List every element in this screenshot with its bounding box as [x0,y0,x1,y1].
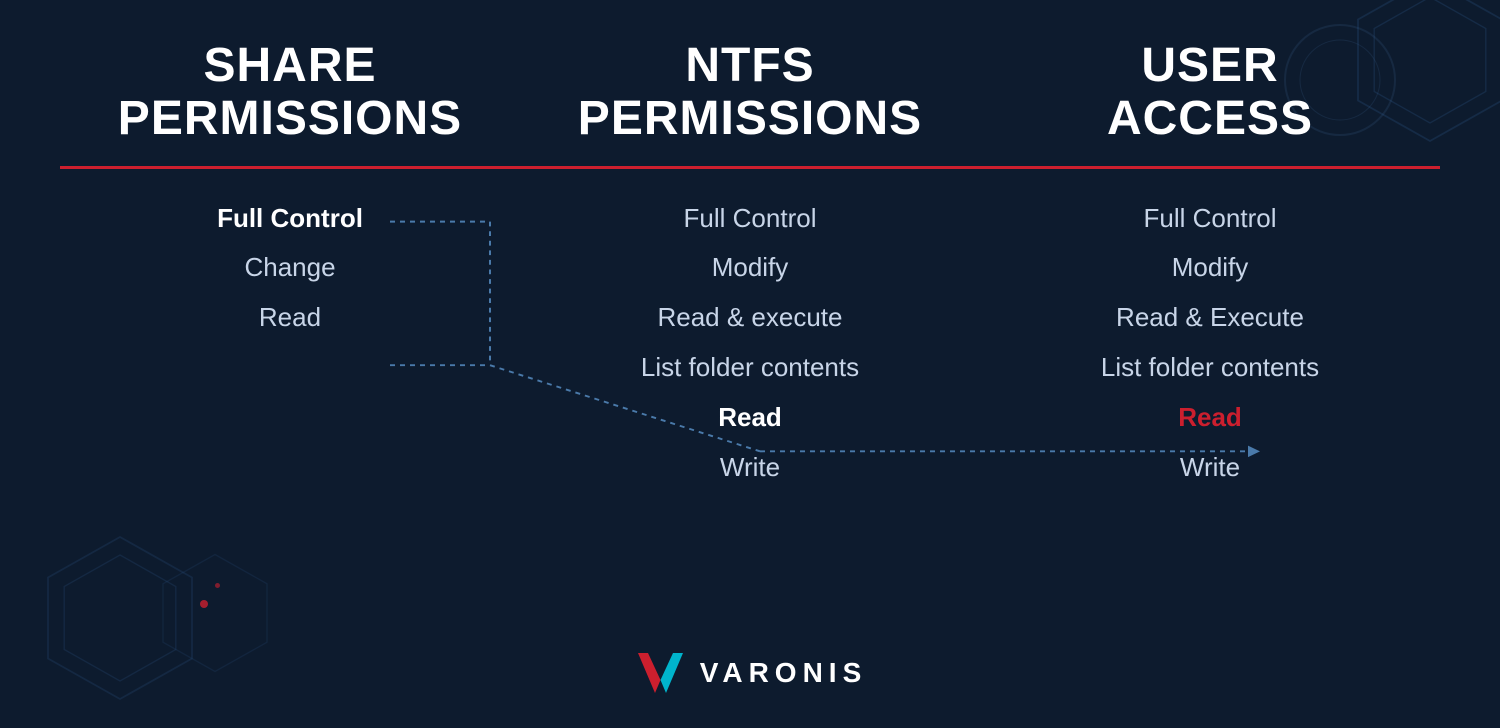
share-permissions-header: SHARE PERMISSIONS [60,40,520,146]
ntfs-full-control: Full Control [684,202,817,236]
user-list-folder: List folder contents [1101,351,1319,385]
ntfs-permissions-header: NTFS PERMISSIONS [520,40,980,146]
varonis-logo-icon [633,648,688,698]
user-access-col: Full Control Modify Read & Execute List … [980,194,1440,628]
logo-section: VARONIS [0,628,1500,728]
varonis-logo-text: VARONIS [700,657,868,689]
share-permissions-col: Full Control Change Read [60,194,520,628]
ntfs-write: Write [720,451,780,485]
share-read: Read [259,301,321,335]
share-permissions-line1: SHARE [203,39,376,92]
share-full-control: Full Control [217,202,363,236]
ntfs-permissions-line2: PERMISSIONS [578,92,922,145]
user-write: Write [1180,451,1240,485]
user-read-execute: Read & Execute [1116,301,1304,335]
ntfs-modify: Modify [712,251,789,285]
ntfs-read-execute: Read & execute [657,301,842,335]
ntfs-permissions-line1: NTFS [685,39,814,92]
user-access-line2: ACCESS [1107,92,1313,145]
user-access-line1: USER [1141,39,1278,92]
user-full-control: Full Control [1144,202,1277,236]
share-permissions-line2: PERMISSIONS [118,92,462,145]
user-modify: Modify [1172,251,1249,285]
ntfs-list-folder: List folder contents [641,351,859,385]
share-change: Change [244,251,335,285]
ntfs-permissions-col: Full Control Modify Read & execute List … [520,194,980,628]
ntfs-read: Read [718,401,782,435]
user-read: Read [1178,401,1242,435]
user-access-header: USER ACCESS [980,40,1440,146]
section-divider [0,146,1500,169]
